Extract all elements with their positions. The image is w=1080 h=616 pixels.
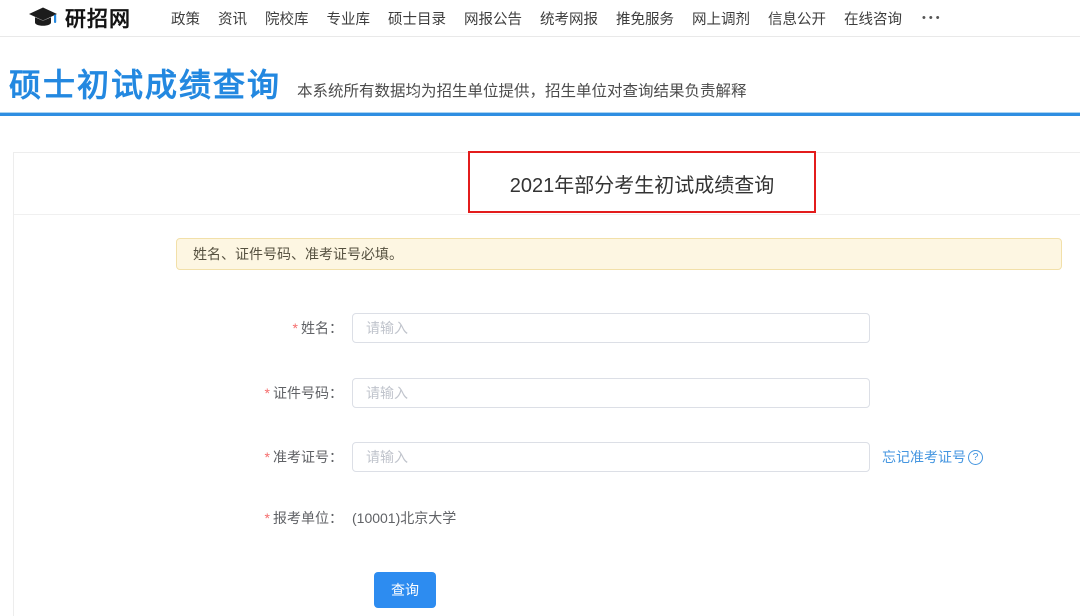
page-subtitle: 本系统所有数据均为招生单位提供，招生单位对查询结果负责解释 — [297, 79, 747, 101]
nav-item-news[interactable]: 资讯 — [218, 8, 247, 29]
required-mark: * — [265, 449, 270, 465]
question-circle-icon[interactable]: ? — [968, 450, 983, 465]
target-university-value: (10001)北京大学 — [352, 508, 456, 528]
required-fields-notice: 姓名、证件号码、准考证号必填。 — [176, 238, 1062, 270]
site-logo-text: 研招网 — [65, 3, 131, 33]
nav-item-info-disclosure[interactable]: 信息公开 — [768, 8, 826, 29]
name-label: *姓名： — [14, 318, 343, 338]
nav-more-dots-icon[interactable]: ••• — [922, 12, 943, 24]
id-number-label: *证件号码： — [14, 383, 343, 403]
target-university-label-text: 报考单位： — [273, 510, 343, 526]
nav-links: 政策 资讯 院校库 专业库 硕士目录 网报公告 统考网报 推免服务 网上调剂 信… — [153, 8, 902, 29]
id-number-label-text: 证件号码： — [273, 385, 343, 401]
page: 研招网 政策 资讯 院校库 专业库 硕士目录 网报公告 统考网报 推免服务 网上… — [0, 0, 1080, 616]
target-university-label: *报考单位： — [14, 508, 343, 528]
page-title: 硕士初试成绩查询 — [9, 60, 281, 106]
top-navbar: 研招网 政策 资讯 院校库 专业库 硕士目录 网报公告 统考网报 推免服务 网上… — [0, 0, 1080, 37]
name-input[interactable] — [352, 313, 870, 343]
graduation-cap-icon — [28, 6, 58, 30]
name-label-text: 姓名： — [301, 320, 343, 336]
admission-ticket-label-text: 准考证号： — [273, 449, 343, 465]
forgot-ticket-link-text: 忘记准考证号 — [882, 447, 966, 467]
nav-item-unified-exam-report[interactable]: 统考网报 — [540, 8, 598, 29]
nav-item-report-notice[interactable]: 网报公告 — [464, 8, 522, 29]
nav-item-major-library[interactable]: 专业库 — [327, 8, 371, 29]
id-number-input[interactable] — [352, 378, 870, 408]
query-panel: 2021年部分考生初试成绩查询 姓名、证件号码、准考证号必填。 *姓名： *证件… — [13, 152, 1080, 616]
forgot-ticket-link[interactable]: 忘记准考证号 ? — [882, 447, 983, 467]
blue-divider — [0, 112, 1080, 116]
admission-ticket-label: *准考证号： — [14, 447, 343, 467]
admission-ticket-input[interactable] — [352, 442, 870, 472]
panel-title: 2021年部分考生初试成绩查询 — [14, 153, 1080, 215]
form-row-target-university: *报考单位： (10001)北京大学 — [14, 503, 456, 533]
page-heading: 硕士初试成绩查询 本系统所有数据均为招生单位提供，招生单位对查询结果负责解释 — [9, 36, 1080, 112]
form-row-admission-ticket: *准考证号： 忘记准考证号 ? — [14, 442, 983, 472]
nav-item-exemption-service[interactable]: 推免服务 — [616, 8, 674, 29]
query-button[interactable]: 查询 — [374, 572, 436, 608]
nav-item-online-adjustment[interactable]: 网上调剂 — [692, 8, 750, 29]
form-row-id-number: *证件号码： — [14, 378, 870, 408]
required-mark: * — [265, 385, 270, 401]
form-row-name: *姓名： — [14, 313, 870, 343]
nav-item-policy[interactable]: 政策 — [171, 8, 200, 29]
required-mark: * — [293, 320, 298, 336]
required-mark: * — [265, 510, 270, 526]
nav-item-masters-catalog[interactable]: 硕士目录 — [388, 8, 446, 29]
nav-item-online-consult[interactable]: 在线咨询 — [844, 8, 902, 29]
site-logo[interactable]: 研招网 — [28, 3, 131, 33]
nav-item-college-library[interactable]: 院校库 — [265, 8, 309, 29]
